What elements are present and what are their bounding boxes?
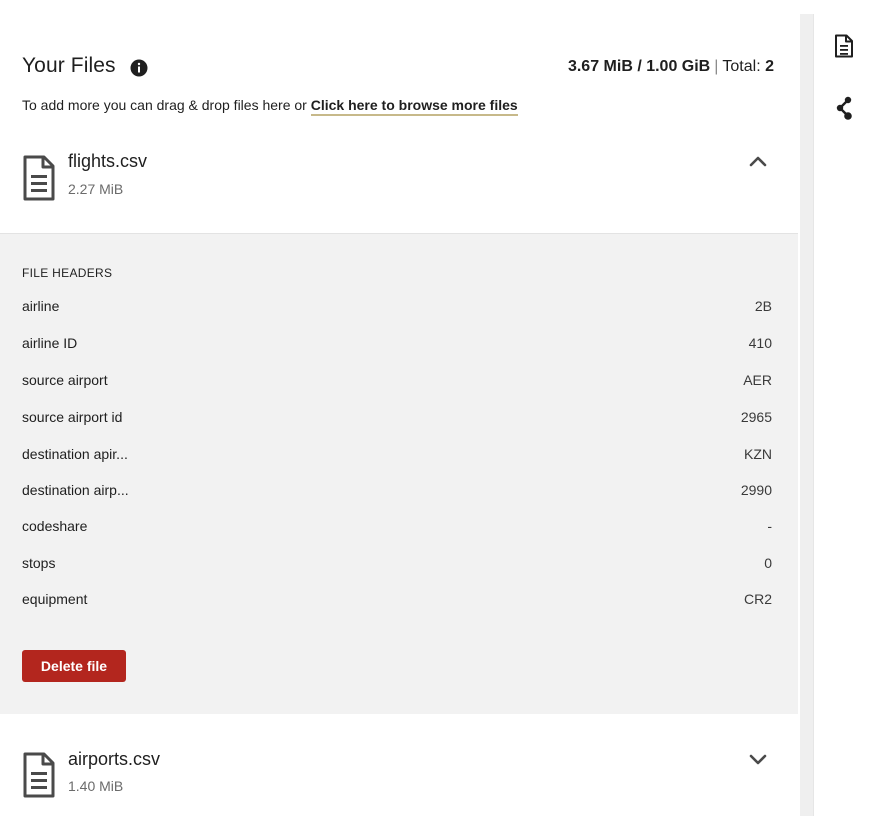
file-icon: [23, 752, 55, 798]
storage-usage: 3.67 MiB / 1.00 GiB | Total: 2: [568, 58, 774, 76]
header-key: source airport: [22, 372, 108, 388]
files-view-button[interactable]: [832, 34, 856, 58]
header-value: KZN: [744, 446, 772, 462]
header-value: 2990: [740, 482, 772, 498]
header-key: equipment: [22, 591, 88, 607]
header-row: destination airp... 2990: [22, 482, 774, 502]
header-value: CR2: [743, 591, 772, 607]
share-graph-icon: [836, 96, 852, 120]
browse-files-link[interactable]: Click here to browse more files: [310, 97, 518, 116]
upload-hint: To add more you can drag & drop files he…: [22, 97, 518, 116]
header-value: -: [767, 518, 772, 534]
app: Your Files 3.67 MiB / 1.00 GiB | Total: 2 …: [0, 0, 891, 816]
usage-amount: 3.67 MiB / 1.00 GiB: [567, 58, 711, 75]
right-toolbar: [813, 14, 891, 816]
document-icon: [835, 34, 853, 58]
header-row: airline 2B: [22, 298, 774, 318]
files-panel: Your Files 3.67 MiB / 1.00 GiB | Total: 2 …: [0, 0, 800, 816]
header-row: airline ID 410: [22, 335, 774, 355]
graph-view-button[interactable]: [832, 96, 856, 120]
header-row: stops 0: [22, 555, 774, 575]
header-row: codeshare -: [22, 518, 774, 538]
file-headers-title: FILE HEADERS: [22, 266, 113, 280]
header-row: source airport AER: [22, 372, 774, 392]
header-row: destination apir... KZN: [22, 446, 774, 466]
header-key: destination airp...: [22, 482, 129, 498]
header-value: 2B: [754, 298, 772, 314]
files-header: Your Files 3.67 MiB / 1.00 GiB | Total: 2: [22, 54, 774, 82]
header-value: 2965: [740, 409, 772, 425]
upload-hint-text: To add more you can drag & drop files he…: [22, 97, 311, 113]
file-details-flights: FILE HEADERS airline 2B airline ID 410 s…: [0, 233, 798, 715]
total-label: Total:: [722, 58, 761, 75]
header-key: stops: [22, 555, 56, 571]
header-value: 410: [748, 335, 772, 351]
info-icon[interactable]: [130, 59, 148, 77]
file-size: 2.27 MiB: [68, 181, 124, 197]
header-key: codeshare: [22, 518, 88, 534]
header-key: airline ID: [22, 335, 78, 351]
page-title: Your Files: [22, 54, 116, 77]
file-name: flights.csv: [68, 151, 148, 171]
header-value: 0: [764, 555, 772, 571]
delete-file-button[interactable]: Delete file: [22, 650, 126, 682]
header-value: AER: [743, 372, 772, 388]
header-key: airline: [22, 298, 60, 314]
chevron-down-icon[interactable]: [748, 752, 768, 766]
header-row: source airport id 2965: [22, 409, 774, 429]
header-key: source airport id: [22, 409, 123, 425]
usage-separator: |: [714, 58, 719, 75]
file-item-flights[interactable]: flights.csv 2.27 MiB: [0, 140, 800, 233]
total-count: 2: [765, 58, 774, 75]
chevron-up-icon[interactable]: [748, 154, 768, 168]
file-item-airports[interactable]: airports.csv 1.40 MiB: [0, 714, 800, 816]
panel-divider[interactable]: [800, 14, 813, 816]
header-row: equipment CR2: [22, 591, 774, 611]
file-icon: [23, 155, 55, 201]
header-key: destination apir...: [22, 446, 128, 462]
file-name: airports.csv: [68, 749, 161, 769]
file-size: 1.40 MiB: [68, 778, 124, 794]
